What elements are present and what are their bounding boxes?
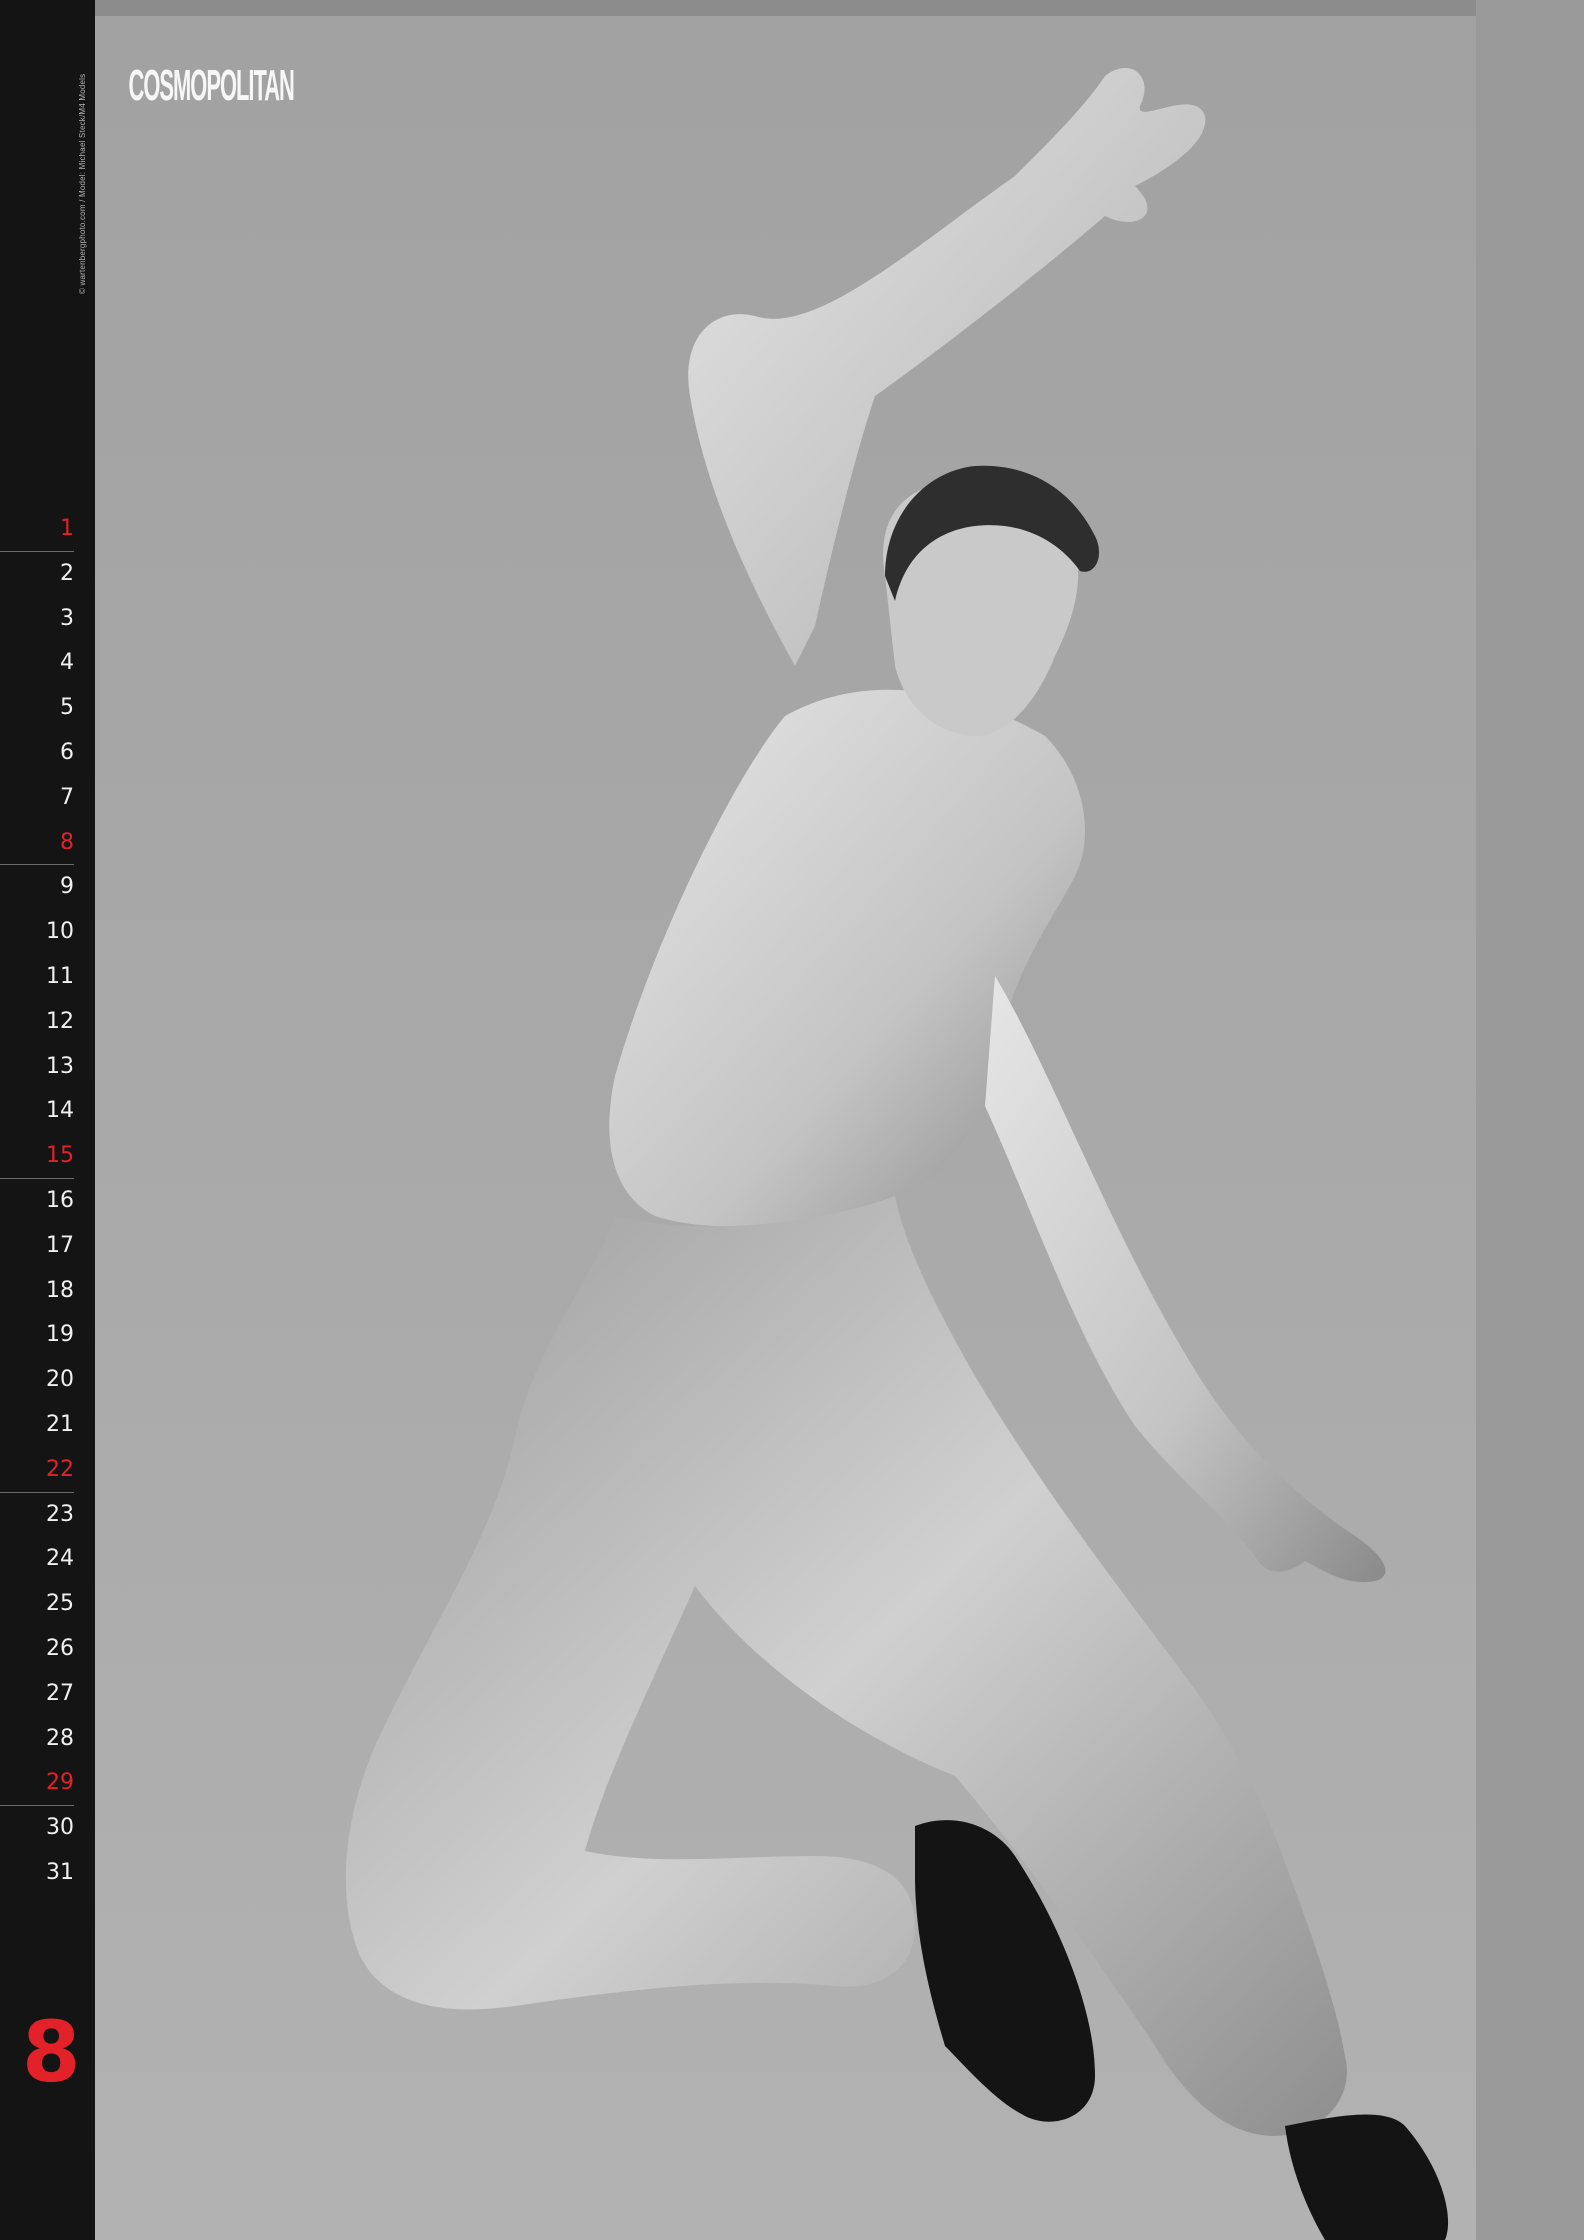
calendar-day: 26 — [46, 1635, 74, 1661]
month-number: 8 — [22, 2003, 81, 2101]
calendar-day: 15 — [0, 1134, 74, 1179]
calendar-day: 3 — [60, 605, 74, 631]
photo-credit: © wartenbergphoto.com / Model: Michael S… — [78, 73, 87, 294]
calendar-day: 24 — [46, 1546, 74, 1572]
calendar-day: 16 — [46, 1187, 74, 1213]
photo-top-border — [95, 0, 1476, 16]
calendar-day: 2 — [60, 560, 74, 586]
cover-photo: COSMOPOLITAN — [95, 16, 1476, 2240]
calendar-day: 29 — [0, 1761, 74, 1807]
calendar-day: 4 — [60, 650, 74, 676]
calendar-day: 7 — [60, 784, 74, 810]
calendar-day: 21 — [46, 1411, 74, 1437]
calendar-day: 31 — [46, 1859, 74, 1885]
calendar-day: 1 — [0, 507, 74, 552]
calendar-day: 20 — [46, 1367, 74, 1393]
calendar-day: 12 — [46, 1008, 74, 1034]
calendar-day: 22 — [0, 1448, 74, 1493]
calendar-sidebar: © wartenbergphoto.com / Model: Michael S… — [0, 0, 95, 2240]
calendar-day: 10 — [46, 919, 74, 945]
calendar-day: 25 — [46, 1591, 74, 1617]
calendar-day: 11 — [46, 963, 74, 989]
calendar-day: 27 — [46, 1680, 74, 1706]
calendar-day: 9 — [60, 874, 74, 900]
calendar-day: 28 — [46, 1725, 74, 1751]
calendar-day: 6 — [60, 739, 74, 765]
calendar-day: 30 — [46, 1815, 74, 1841]
jumping-model-illustration: COSMOPOLITAN — [129, 61, 1449, 2240]
calendar-day: 23 — [46, 1501, 74, 1527]
calendar-day: 8 — [0, 821, 74, 866]
calendar-day: 17 — [46, 1232, 74, 1258]
right-margin — [1476, 0, 1584, 2240]
calendar-day: 5 — [60, 695, 74, 721]
masthead-logo: COSMOPOLITAN — [129, 61, 294, 110]
day-list: 1 2 3 4 5 6 7 8 9 10 11 12 13 14 15 16 17 18 19 20 21 22 23 24 2… — [0, 507, 95, 1896]
calendar-day: 14 — [46, 1098, 74, 1124]
calendar-day: 18 — [46, 1277, 74, 1303]
calendar-day: 19 — [46, 1322, 74, 1348]
calendar-day: 13 — [46, 1053, 74, 1079]
